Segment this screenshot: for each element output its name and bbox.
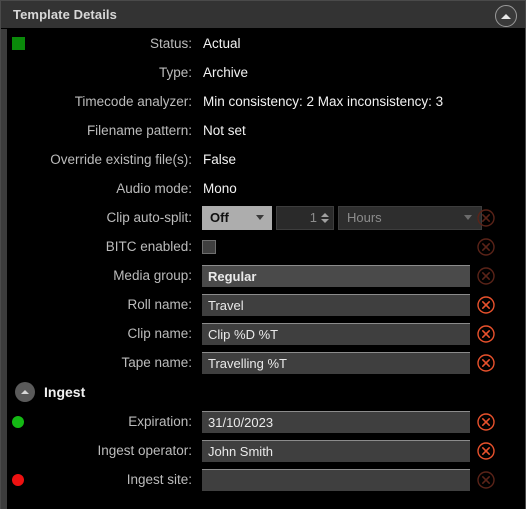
- clip-auto-split-unit-select[interactable]: Hours: [338, 205, 482, 230]
- panel-titlebar: Template Details: [1, 1, 525, 29]
- clip-auto-split-amount-stepper[interactable]: 1: [276, 205, 334, 230]
- property-row: Ingest site:: [7, 465, 525, 494]
- stepper-up-icon[interactable]: [321, 212, 329, 217]
- indicator-cell: [7, 473, 29, 486]
- status-dot-green-icon: [12, 415, 24, 428]
- bitc-enabled-row: BITC enabled:: [7, 232, 525, 261]
- bitc-enabled-label: BITC enabled:: [105, 239, 192, 254]
- property-row: Audio mode: Mono: [7, 174, 525, 203]
- property-row: Status: Actual: [7, 29, 525, 58]
- property-input[interactable]: Regular: [202, 264, 470, 287]
- property-label: Timecode analyzer:: [74, 94, 192, 109]
- property-row: Filename pattern: Not set: [7, 116, 525, 145]
- property-label: Status:: [149, 36, 192, 51]
- property-value: Actual: [203, 36, 241, 51]
- clip-auto-split-amount-value: 1: [309, 210, 317, 225]
- clip-auto-split-controls: Off 1 Hours: [202, 205, 482, 230]
- stepper-arrows[interactable]: [321, 212, 329, 223]
- property-row: Ingest operator: John Smith: [7, 436, 525, 465]
- reset-field-button[interactable]: [477, 295, 495, 314]
- reset-field-button[interactable]: [477, 441, 495, 460]
- reset-field-button[interactable]: [477, 237, 495, 256]
- panel-collapse-button[interactable]: [495, 5, 517, 27]
- ingest-group-title: Ingest: [44, 384, 86, 400]
- bitc-enabled-checkbox[interactable]: [202, 239, 216, 254]
- property-label: Tape name:: [121, 355, 192, 370]
- status-square-icon: [11, 37, 25, 50]
- property-input[interactable]: [202, 468, 470, 491]
- property-label: Roll name:: [127, 297, 192, 312]
- chevron-up-icon: [501, 13, 511, 19]
- property-value: Mono: [203, 181, 237, 196]
- stepper-down-icon[interactable]: [321, 218, 329, 223]
- property-value: False: [203, 152, 237, 167]
- reset-field-button[interactable]: [477, 208, 495, 227]
- reset-field-button[interactable]: [477, 266, 495, 285]
- panel-title: Template Details: [13, 7, 117, 22]
- property-input[interactable]: Travel: [202, 293, 470, 316]
- chevron-down-icon: [256, 215, 264, 220]
- property-value: Not set: [203, 123, 246, 138]
- status-dot-red-icon: [12, 473, 24, 486]
- property-label: Type:: [158, 65, 192, 80]
- chevron-down-icon: [464, 215, 472, 220]
- reset-field-button[interactable]: [477, 353, 495, 372]
- property-label: Clip name:: [127, 326, 192, 341]
- property-row: Override existing file(s): False: [7, 145, 525, 174]
- property-label: Audio mode:: [116, 181, 192, 196]
- clip-auto-split-mode-value: Off: [210, 210, 229, 225]
- ingest-group-header[interactable]: Ingest: [7, 377, 525, 407]
- property-row: Type: Archive: [7, 58, 525, 87]
- panel-body: Status: Actual Type: Archive Timecode analyz…: [1, 29, 525, 509]
- property-row: Media group: Regular: [7, 261, 525, 290]
- clip-auto-split-mode-select[interactable]: Off: [202, 205, 272, 230]
- ingest-collapse-button[interactable]: [15, 382, 35, 402]
- property-label: Override existing file(s):: [50, 152, 192, 167]
- indicator-cell: [7, 415, 29, 428]
- property-rows: Status: Actual Type: Archive Timecode analyz…: [7, 29, 525, 494]
- property-label: Ingest site:: [126, 472, 192, 487]
- property-label: Expiration:: [128, 414, 192, 429]
- property-row: Roll name: Travel: [7, 290, 525, 319]
- indicator-cell: [7, 37, 29, 50]
- property-row: Tape name: Travelling %T: [7, 348, 525, 377]
- property-label: Filename pattern:: [86, 123, 192, 138]
- clip-auto-split-label: Clip auto-split:: [106, 210, 192, 225]
- reset-field-button[interactable]: [477, 324, 495, 343]
- template-details-panel: Template Details Status: Actual Type: Archi…: [0, 0, 526, 509]
- property-label: Ingest operator:: [97, 443, 192, 458]
- clip-auto-split-row: Clip auto-split: Off 1 Hours: [7, 203, 525, 232]
- reset-field-button[interactable]: [477, 412, 495, 431]
- property-input[interactable]: Clip %D %T: [202, 322, 470, 345]
- property-value: Min consistency: 2 Max inconsistency: 3: [203, 94, 444, 109]
- property-row: Clip name: Clip %D %T: [7, 319, 525, 348]
- property-input[interactable]: 31/10/2023: [202, 410, 470, 433]
- property-row: Expiration: 31/10/2023: [7, 407, 525, 436]
- property-input[interactable]: John Smith: [202, 439, 470, 462]
- chevron-up-icon: [21, 390, 29, 394]
- property-value: Archive: [203, 65, 249, 80]
- property-row: Timecode analyzer: Min consistency: 2 Max…: [7, 87, 525, 116]
- clip-auto-split-unit-value: Hours: [347, 210, 382, 225]
- property-label: Media group:: [113, 268, 192, 283]
- property-input[interactable]: Travelling %T: [202, 351, 470, 374]
- reset-field-button[interactable]: [477, 470, 495, 489]
